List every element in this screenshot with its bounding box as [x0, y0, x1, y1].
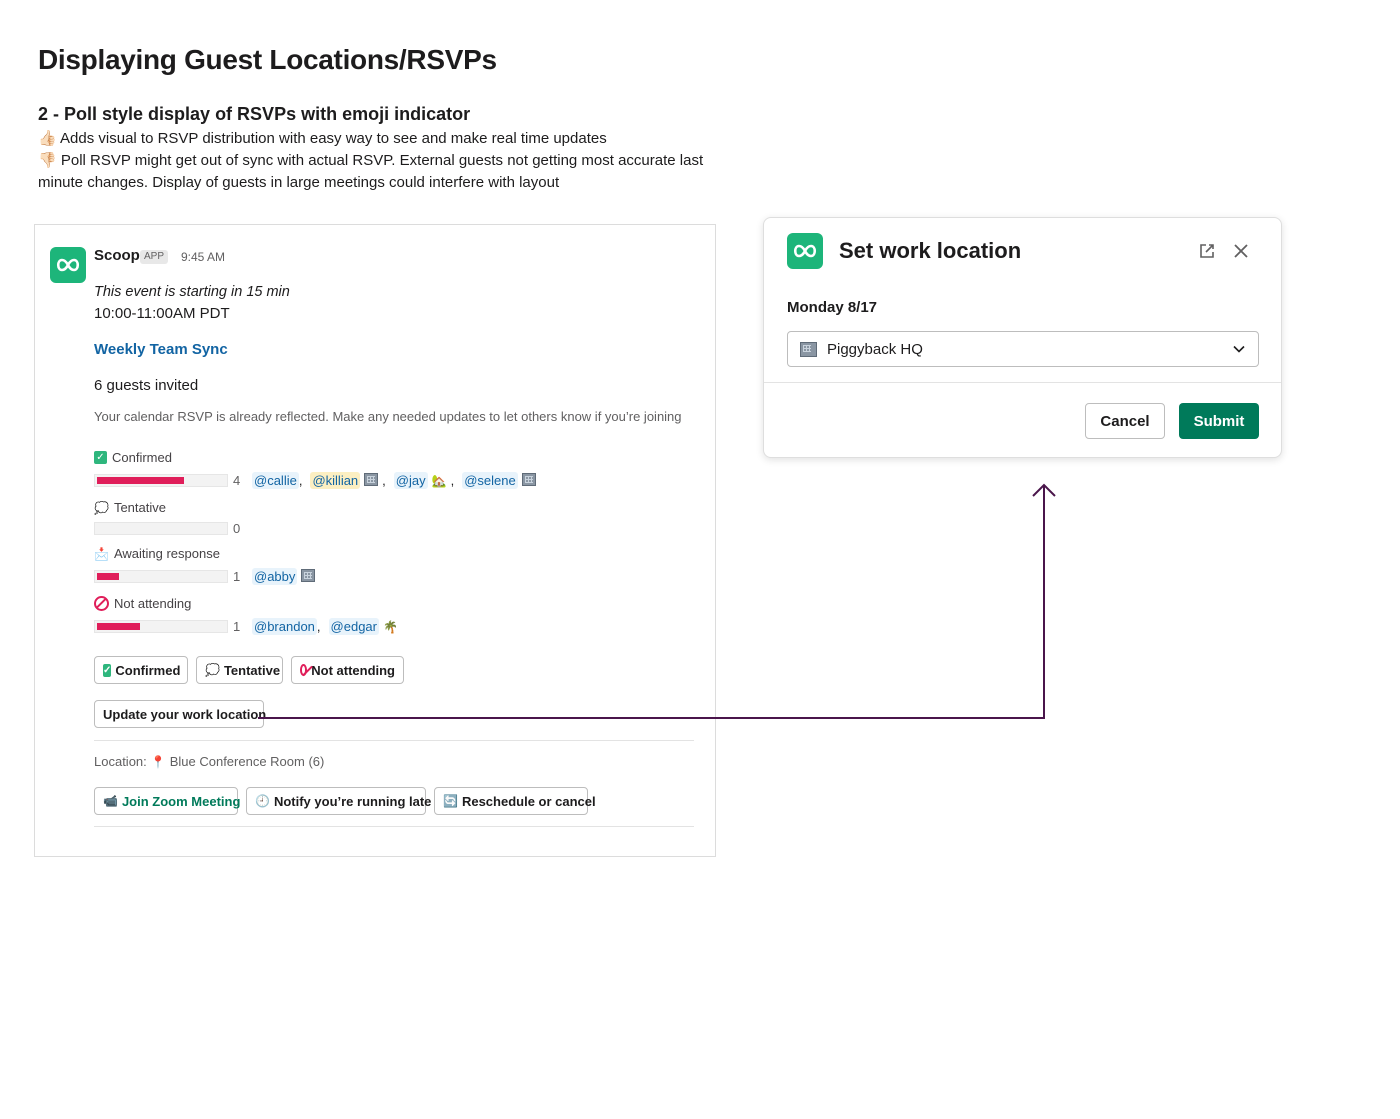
- mention-jay[interactable]: @jay: [393, 472, 428, 489]
- rsvp-section-confirmed: ✓ Confirmed: [94, 450, 172, 465]
- tentative-button[interactable]: 💭 Tentative: [196, 656, 283, 684]
- speech-bubble-icon: 💭: [94, 500, 109, 515]
- cancel-button[interactable]: Cancel: [1085, 403, 1165, 439]
- button-label: Not attending: [311, 662, 395, 678]
- scoop-app-icon: [787, 233, 823, 269]
- reschedule-arrow-icon: 🔄: [443, 794, 458, 808]
- confirmed-count: 4: [233, 473, 241, 488]
- button-label: Update your work location: [103, 706, 267, 722]
- location-row: Location: 📍 Blue Conference Room (6): [94, 754, 324, 769]
- page-title: Displaying Guest Locations/RSVPs: [38, 44, 497, 75]
- pro-text: Adds visual to RSVP distribution with ea…: [60, 130, 607, 147]
- palm-tree-icon: 🌴: [382, 619, 398, 634]
- starting-note: This event is starting in 15 min: [94, 284, 290, 300]
- rsvp-section-awaiting: 📩 Awaiting response: [94, 546, 220, 561]
- button-label: Join Zoom Meeting: [121, 793, 241, 809]
- confirmed-button[interactable]: ✓ Confirmed: [94, 656, 188, 684]
- selected-location: Piggyback HQ: [827, 340, 923, 358]
- mention-brandon[interactable]: @brandon: [252, 618, 317, 635]
- update-work-location-button[interactable]: Update your work location: [94, 700, 267, 728]
- tentative-bar-track: [94, 522, 228, 535]
- confirmed-bar-fill: [97, 477, 184, 484]
- not-attending-count: 1: [233, 619, 241, 634]
- message-timestamp[interactable]: 9:45 AM: [181, 250, 225, 264]
- mention-selene[interactable]: @selene: [462, 472, 518, 489]
- guests-invited: 6 guests invited: [94, 377, 199, 394]
- envelope-icon: 📩: [94, 546, 109, 561]
- video-camera-icon: 📹: [103, 794, 118, 808]
- section-label: Awaiting response: [113, 546, 220, 561]
- description: 👍🏻 Adds visual to RSVP distribution with…: [38, 128, 718, 194]
- section-label: Tentative: [113, 500, 166, 515]
- modal-divider: [764, 382, 1281, 383]
- no-entry-icon: [300, 664, 308, 676]
- join-zoom-button[interactable]: 📹 Join Zoom Meeting: [94, 787, 241, 815]
- reschedule-button[interactable]: 🔄 Reschedule or cancel: [434, 787, 596, 815]
- not-attending-bar-track: [94, 620, 228, 633]
- not-attending-mentions: @brandon, @edgar 🌴: [252, 618, 398, 635]
- section-label: Confirmed: [112, 450, 172, 465]
- office-building-icon: [301, 568, 316, 582]
- button-label: Confirmed: [115, 662, 181, 678]
- not-attending-button[interactable]: Not attending: [291, 656, 404, 684]
- running-late-button[interactable]: 🕘 Notify you’re running late: [246, 787, 431, 815]
- event-time-range: 10:00-11:00AM PDT: [94, 305, 230, 322]
- mention-callie[interactable]: @callie: [252, 472, 299, 489]
- work-location-select[interactable]: Piggyback HQ: [787, 331, 1259, 367]
- chevron-down-icon: [1233, 345, 1245, 353]
- button-label: Tentative: [223, 662, 281, 678]
- modal-title: Set work location: [839, 238, 1022, 263]
- check-icon: ✓: [103, 663, 112, 677]
- close-icon[interactable]: [1232, 242, 1250, 260]
- confirmed-mentions: @callie, @killian, @jay 🏡, @selene: [252, 472, 540, 489]
- awaiting-bar-fill: [97, 573, 119, 580]
- mention-killian[interactable]: @killian: [310, 472, 361, 489]
- clock-icon: 🕘: [255, 794, 270, 808]
- infinity-icon: [793, 244, 817, 258]
- button-label: Reschedule or cancel: [461, 793, 596, 809]
- awaiting-count: 1: [233, 569, 241, 584]
- button-label: Notify you’re running late: [273, 793, 432, 809]
- thumbs-down-icon: 👎🏻: [38, 152, 57, 169]
- divider: [94, 740, 694, 741]
- office-building-icon: [521, 472, 536, 486]
- con-text: Poll RSVP might get out of sync with act…: [38, 152, 704, 191]
- confirmed-bar-track: [94, 474, 228, 487]
- office-building-icon: [800, 341, 817, 357]
- mention-abby[interactable]: @abby: [252, 568, 298, 585]
- sender-name[interactable]: Scoop: [94, 247, 140, 264]
- app-badge: APP: [140, 250, 169, 264]
- tentative-count: 0: [233, 521, 241, 536]
- divider: [94, 826, 694, 827]
- mention-edgar[interactable]: @edgar: [328, 618, 379, 635]
- awaiting-mentions: @abby: [252, 568, 319, 585]
- awaiting-bar-track: [94, 570, 228, 583]
- rsvp-section-tentative: 💭 Tentative: [94, 500, 166, 515]
- event-link[interactable]: Weekly Team Sync: [94, 341, 228, 358]
- house-icon: 🏡: [431, 473, 447, 488]
- location-value: Blue Conference Room (6): [169, 754, 325, 769]
- rsvp-note: Your calendar RSVP is already reflected.…: [94, 409, 682, 424]
- speech-bubble-icon: 💭: [205, 663, 220, 677]
- infinity-icon: [56, 258, 80, 272]
- office-building-icon: [364, 472, 379, 486]
- thumbs-up-icon: 👍🏻: [38, 130, 57, 147]
- check-icon: ✓: [94, 451, 107, 464]
- no-entry-icon: [94, 596, 109, 611]
- rsvp-section-not-attending: Not attending: [94, 596, 191, 611]
- section-label: Not attending: [114, 596, 192, 611]
- modal-date-label: Monday 8/17: [787, 299, 878, 316]
- submit-button[interactable]: Submit: [1179, 403, 1259, 439]
- external-link-icon[interactable]: [1198, 242, 1216, 260]
- not-attending-bar-fill: [97, 623, 140, 630]
- section-subtitle: 2 - Poll style display of RSVPs with emo…: [38, 104, 471, 124]
- location-label: Location:: [94, 754, 147, 769]
- pin-icon: 📍: [150, 754, 166, 769]
- scoop-app-icon[interactable]: [50, 247, 86, 283]
